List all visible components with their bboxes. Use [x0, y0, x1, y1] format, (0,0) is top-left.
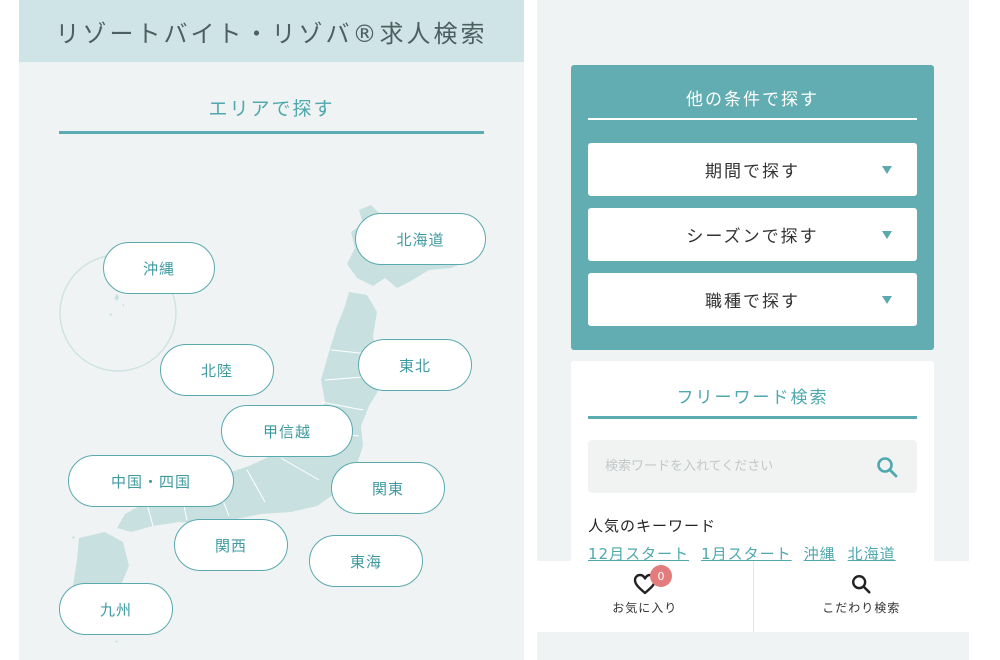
region-kyushu[interactable]: 九州 — [59, 583, 173, 635]
area-search-panel: リゾートバイト・リゾバ®求人検索 エリアで探す 沖縄 北海道 北陸 東北 甲信越… — [19, 0, 524, 660]
japan-map: 沖縄 北海道 北陸 東北 甲信越 中国・四国 関東 関西 東海 九州 — [19, 140, 524, 660]
area-search-heading: エリアで探す — [59, 94, 484, 134]
other-conditions-heading: 他の条件で探す — [588, 85, 917, 120]
bottom-spacer — [537, 632, 969, 660]
favorites-nav-button[interactable]: 0 お気に入り — [537, 561, 753, 632]
triangle-down-icon — [882, 165, 892, 174]
other-conditions-box: 他の条件で探す 期間で探す シーズンで探す 職種で探す — [571, 65, 934, 350]
site-title: リゾートバイト・リゾバ®求人検索 — [55, 19, 488, 48]
favorites-label: お気に入り — [612, 601, 678, 615]
bottom-navigation: 0 お気に入り こだわり検索 — [537, 561, 969, 632]
region-tokai[interactable]: 東海 — [309, 535, 423, 587]
popular-keywords-label: 人気のキーワード — [588, 517, 717, 535]
search-by-job-type-label: 職種で探す — [705, 292, 800, 312]
advanced-search-label: こだわり検索 — [822, 601, 901, 615]
region-chugoku-shikoku[interactable]: 中国・四国 — [68, 455, 234, 507]
favorites-count-badge: 0 — [650, 565, 672, 587]
triangle-down-icon — [882, 230, 892, 239]
region-hokkaido[interactable]: 北海道 — [355, 213, 486, 265]
search-by-job-type-button[interactable]: 職種で探す — [588, 273, 917, 326]
search-by-season-label: シーズンで探す — [686, 227, 819, 247]
okinawa-islands-shape — [109, 294, 124, 316]
freeword-search-heading: フリーワード検索 — [588, 383, 917, 419]
site-header: リゾートバイト・リゾバ®求人検索 — [19, 0, 524, 62]
search-input[interactable] — [588, 440, 868, 493]
region-tohoku[interactable]: 東北 — [358, 339, 472, 391]
condition-search-panel: 他の条件で探す 期間で探す シーズンで探す 職種で探す フリーワード検索 人気の… — [537, 0, 969, 660]
search-by-season-button[interactable]: シーズンで探す — [588, 208, 917, 261]
search-by-period-button[interactable]: 期間で探す — [588, 143, 917, 196]
advanced-search-nav-button[interactable]: こだわり検索 — [752, 561, 970, 632]
search-field-wrapper — [588, 440, 917, 493]
region-koshinetsu[interactable]: 甲信越 — [221, 405, 353, 457]
region-kansai[interactable]: 関西 — [174, 519, 288, 571]
triangle-down-icon — [882, 295, 892, 304]
search-by-period-label: 期間で探す — [705, 162, 800, 182]
region-kanto[interactable]: 関東 — [331, 462, 445, 514]
search-icon[interactable] — [875, 455, 899, 479]
region-okinawa[interactable]: 沖縄 — [103, 242, 215, 294]
region-hokuriku[interactable]: 北陸 — [160, 344, 274, 396]
search-icon — [852, 575, 871, 594]
